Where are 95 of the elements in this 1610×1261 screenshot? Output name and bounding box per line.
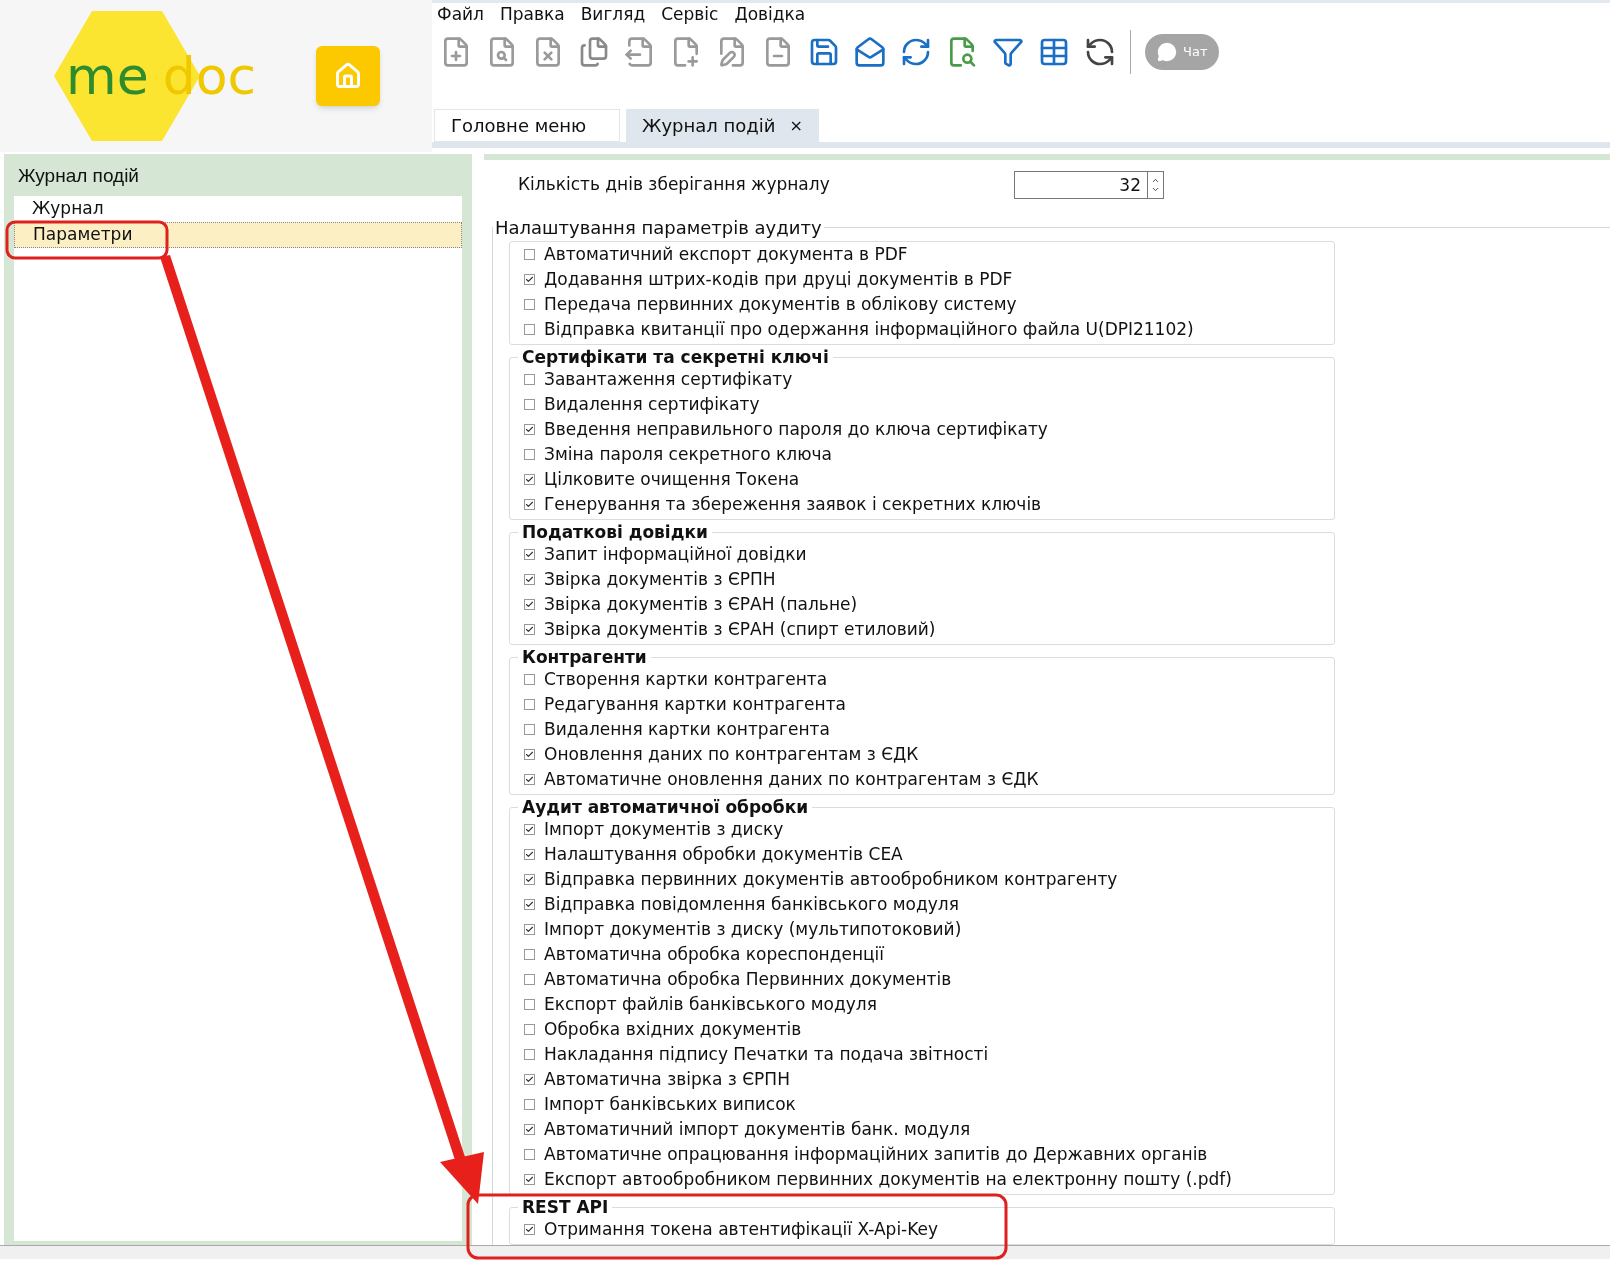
group-title: Контрагенти: [521, 647, 648, 667]
checkbox[interactable]: [524, 274, 535, 285]
filter-icon[interactable]: [992, 36, 1024, 68]
checkbox[interactable]: [524, 549, 535, 560]
checkbox-label: Введення неправильного пароля до ключа сертифікату: [544, 417, 1048, 441]
group-title: Сертифікати та секретні ключі: [521, 347, 830, 367]
checkbox-label: Запит інформаційної довідки: [544, 542, 807, 566]
checkbox[interactable]: [524, 724, 535, 735]
checkbox[interactable]: [524, 699, 535, 710]
tab[interactable]: Журнал подій ×: [626, 109, 819, 142]
checkbox[interactable]: [524, 949, 535, 960]
number-field[interactable]: 32: [1014, 170, 1164, 199]
files-icon[interactable]: [578, 36, 610, 68]
home-icon: [334, 62, 362, 90]
checkbox-label: Автоматичне оновлення даних по контрагентам з ЄДК: [544, 767, 1039, 791]
checkbox[interactable]: [524, 599, 535, 610]
checkbox[interactable]: [524, 849, 535, 860]
menu-item[interactable]: Сервіс: [661, 2, 719, 28]
sidebar-item[interactable]: Журнал: [14, 196, 462, 222]
checkbox[interactable]: [524, 1174, 535, 1185]
save-icon[interactable]: [808, 36, 840, 68]
menu-item[interactable]: Вигляд: [580, 2, 646, 28]
group-title: REST API: [521, 1197, 610, 1217]
checkbox-label: Накладання підпису Печатки та подача звітності: [544, 1042, 989, 1066]
checkbox[interactable]: [524, 249, 535, 260]
checkbox[interactable]: [524, 1224, 535, 1235]
checkbox-label: Обробка вхідних документів: [544, 1017, 802, 1041]
checkbox[interactable]: [524, 1024, 535, 1035]
checkbox[interactable]: [524, 1074, 535, 1085]
checkbox-label: Редагування картки контрагента: [544, 692, 846, 716]
audit-settings-title: Налаштування параметрів аудиту: [494, 216, 823, 240]
checkbox[interactable]: [524, 1049, 535, 1060]
envelope-sync-icon[interactable]: [900, 36, 932, 68]
checkbox-label: Оновлення даних по контрагентам з ЄДК: [544, 742, 919, 766]
checkbox-label: Отримання токена автентифікації X-Api-Key: [544, 1217, 939, 1241]
retention-label: Кількість днів зберігання журналу: [518, 173, 831, 197]
checkbox[interactable]: [524, 974, 535, 985]
checkbox[interactable]: [524, 424, 535, 435]
checkbox-label: Видалення картки контрагента: [544, 717, 830, 741]
checkbox-label: Видалення сертифікату: [544, 392, 760, 416]
checkbox[interactable]: [524, 899, 535, 910]
checkbox[interactable]: [524, 824, 535, 835]
checkbox-label: Передача первинних документів в облікову систему: [544, 292, 1017, 316]
checkbox[interactable]: [524, 1124, 535, 1135]
checkbox[interactable]: [524, 749, 535, 760]
checkbox[interactable]: [524, 774, 535, 785]
tab[interactable]: Головне меню: [434, 109, 620, 142]
checkbox-label: Цілковите очищення Токена: [544, 467, 800, 491]
menu-item[interactable]: Довідка: [734, 2, 806, 28]
checkbox-label: Автоматична обробка Первинних документів: [544, 967, 952, 991]
checkbox-label: Автоматичне опрацювання інформаційних запитів до Державних органів: [544, 1142, 1208, 1166]
checkbox-label: Відправка первинних документів автообробником контрагенту: [544, 867, 1118, 891]
checkbox[interactable]: [524, 924, 535, 935]
menu-item[interactable]: Файл: [437, 2, 484, 28]
checkbox-label: Завантаження сертифікату: [544, 367, 793, 391]
sidebar-title: Журнал подій: [17, 163, 140, 188]
checkbox[interactable]: [524, 324, 535, 335]
checkbox-label: Експорт файлів банківського модуля: [544, 992, 877, 1016]
checkbox[interactable]: [524, 1099, 535, 1110]
checkbox-label: Додавання штрих-кодів при друці документів в PDF: [544, 267, 1013, 291]
checkbox-label: Імпорт документів з диску (мультипотоковий): [544, 917, 962, 941]
checkbox-label: Автоматичний імпорт документів банк. модуля: [544, 1117, 971, 1141]
menu-item[interactable]: Правка: [499, 2, 565, 28]
checkbox-label: Автоматичний експорт документа в PDF: [544, 242, 908, 266]
checkbox-label: Зміна пароля секретного ключа: [544, 442, 832, 466]
checkbox-label: Автоматична звірка з ЄРПН: [544, 1067, 790, 1091]
checkbox-label: Звірка документів з ЄРАН (спирт етиловий): [544, 617, 936, 641]
checkbox-label: Експорт автообробником первинних документів на електронну пошту (.pdf): [544, 1167, 1232, 1191]
checkbox[interactable]: [524, 574, 535, 585]
checkbox[interactable]: [524, 874, 535, 885]
checkbox[interactable]: [524, 499, 535, 510]
checkbox-label: Звірка документів з ЄРПН: [544, 567, 776, 591]
checkbox-label: Відправка повідомлення банківського модуля: [544, 892, 959, 916]
checkbox-label: Створення картки контрагента: [544, 667, 828, 691]
group-title: Податкові довідки: [521, 522, 709, 542]
checkbox[interactable]: [524, 374, 535, 385]
group-title: Аудит автоматичної обробки: [521, 797, 810, 817]
checkbox-label: Відправка квитанції про одержання інформаційного файла U(DPI21102): [544, 317, 1194, 341]
checkbox-label: Налаштування обробки документів СЕА: [544, 842, 903, 866]
checkbox-label: Імпорт документів з диску: [544, 817, 784, 841]
checkbox-label: Генерування та збереження заявок і секретних ключів: [544, 492, 1042, 516]
sidebar-item[interactable]: Параметри: [14, 222, 462, 248]
checkbox[interactable]: [524, 999, 535, 1010]
chat-bubble-icon: [1157, 42, 1177, 62]
checkbox-label: Звірка документів з ЄРАН (пальне): [544, 592, 858, 616]
checkbox[interactable]: [524, 449, 535, 460]
checkbox[interactable]: [524, 474, 535, 485]
checkbox[interactable]: [524, 299, 535, 310]
checkbox-label: Імпорт банківських виписок: [544, 1092, 796, 1116]
checkbox[interactable]: [524, 674, 535, 685]
checkbox[interactable]: [524, 624, 535, 635]
checkbox-label: Автоматична обробка кореспонденції: [544, 942, 885, 966]
close-icon[interactable]: ×: [789, 113, 803, 138]
checkbox[interactable]: [524, 399, 535, 410]
checkbox[interactable]: [524, 1149, 535, 1160]
